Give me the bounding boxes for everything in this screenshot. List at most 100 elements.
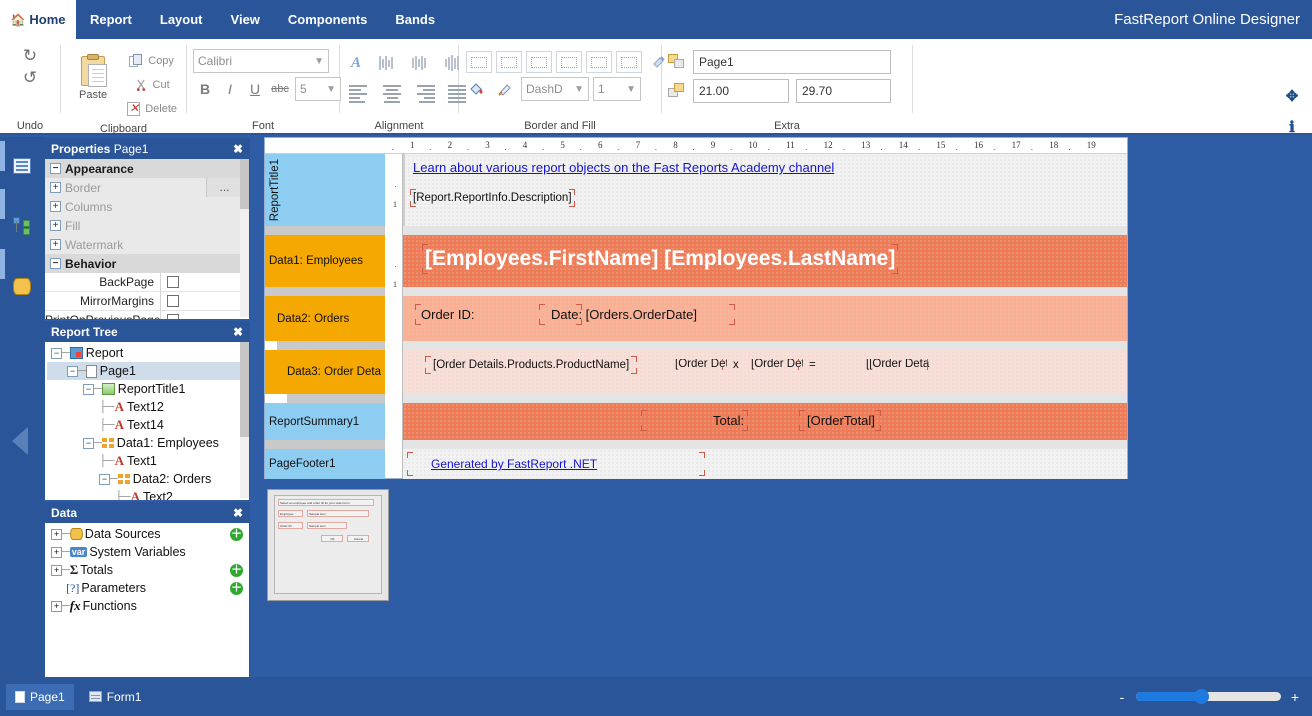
bring-to-front-icon[interactable] xyxy=(668,54,686,70)
page-name-input[interactable] xyxy=(693,50,891,74)
align-middle-icon[interactable] xyxy=(406,51,432,75)
fill-color-icon[interactable] xyxy=(465,77,489,101)
align-right-icon[interactable] xyxy=(412,82,438,106)
fullscreen-icon[interactable]: ✥ xyxy=(1286,87,1299,105)
close-icon[interactable]: ✖ xyxy=(233,506,243,520)
tree-node[interactable]: ├─ A Text14 xyxy=(47,416,242,434)
checkbox[interactable] xyxy=(167,276,179,288)
tree-node[interactable]: ├─ A Text2 xyxy=(47,488,242,500)
align-center-icon[interactable] xyxy=(379,82,405,106)
scrollbar-thumb[interactable] xyxy=(240,159,249,209)
strikethrough-button[interactable]: abc xyxy=(268,77,292,101)
menu-item-view[interactable]: View xyxy=(217,0,274,39)
object-total-label[interactable]: Total: xyxy=(641,410,749,431)
band-label-report-title[interactable]: ReportTitle1 xyxy=(265,154,385,226)
format-painter-icon[interactable] xyxy=(493,77,517,101)
tree-node[interactable]: ├─ A Text12 xyxy=(47,398,242,416)
band-page-footer[interactable]: Generated by FastReport .NET xyxy=(403,449,1127,479)
form-cancel-button[interactable]: Cancel xyxy=(347,535,369,542)
data-node[interactable]: + ─ Σ Totals ＋ xyxy=(47,561,249,579)
property-value[interactable] xyxy=(160,291,242,311)
property-editor-button[interactable]: ... xyxy=(206,178,242,197)
property-row[interactable]: + Border... xyxy=(45,178,242,197)
close-icon[interactable]: ✖ xyxy=(233,325,243,339)
tree-node[interactable]: − ─ Page1 xyxy=(47,362,242,380)
copy-button[interactable]: Copy xyxy=(126,49,177,73)
zoom-in-button[interactable]: + xyxy=(1290,689,1300,705)
band-content-area[interactable]: Learn about various report objects on th… xyxy=(403,154,1127,479)
border-none-icon[interactable] xyxy=(496,51,522,73)
expand-icon[interactable]: + xyxy=(50,220,61,231)
property-row[interactable]: + Columns xyxy=(45,197,242,216)
band-label-data1[interactable]: Data1: Employees xyxy=(265,235,385,287)
menu-item-components[interactable]: Components xyxy=(274,0,381,39)
undo-icon[interactable]: ↻ xyxy=(23,45,37,67)
border-top-icon[interactable] xyxy=(556,51,582,73)
object-order-date[interactable]: Date: [Orders.OrderDate] xyxy=(539,304,735,325)
property-row[interactable]: MirrorMargins xyxy=(45,291,242,311)
properties-scrollbar[interactable] xyxy=(240,159,249,317)
scrollbar-thumb[interactable] xyxy=(240,342,249,437)
zoom-slider-handle[interactable] xyxy=(1194,689,1209,704)
info-icon[interactable]: ℹ xyxy=(1289,118,1295,136)
tree-toggle-icon[interactable]: − xyxy=(67,365,78,377)
border-all-icon[interactable] xyxy=(466,51,492,73)
align-left-icon[interactable] xyxy=(346,82,372,106)
data-node[interactable]: + ─ Data Sources ＋ xyxy=(47,525,249,543)
delete-button[interactable]: Delete xyxy=(123,97,180,121)
object-multiply-sign[interactable]: x xyxy=(733,359,739,371)
data-node[interactable]: + ─ var System Variables xyxy=(47,543,249,561)
collapse-icon[interactable]: − xyxy=(50,163,61,174)
property-row[interactable]: − Appearance xyxy=(45,159,242,178)
status-tab-form1[interactable]: Form1 xyxy=(80,684,151,710)
form-ok-button[interactable]: OK xyxy=(321,535,343,542)
object-order-total[interactable]: [OrderTotal] xyxy=(799,410,881,431)
tree-node[interactable]: − ─ Data1: Employees xyxy=(47,434,242,452)
band-label-page-footer[interactable]: PageFooter1 xyxy=(265,449,385,479)
object-product-name[interactable]: [Order Details.Products.ProductName] xyxy=(425,356,638,374)
rail-button-report-tree[interactable] xyxy=(0,207,44,245)
property-row[interactable]: BackPage xyxy=(45,272,242,292)
rail-button-data[interactable] xyxy=(0,267,44,305)
tree-toggle-icon[interactable]: + xyxy=(51,564,62,576)
band-resize-grip[interactable] xyxy=(287,394,385,403)
property-row[interactable]: + Fill xyxy=(45,216,242,235)
band-label-data2[interactable]: Data2: Orders xyxy=(265,296,385,341)
border-left-icon[interactable] xyxy=(526,51,552,73)
collapse-icon[interactable]: − xyxy=(50,258,61,269)
tab-home[interactable]: 🏠 Home xyxy=(0,0,76,39)
report-tree-scrollbar[interactable] xyxy=(240,342,249,498)
tree-node[interactable]: − ─ Report xyxy=(47,344,242,362)
font-size-select[interactable]: 5 ▼ xyxy=(295,77,341,101)
object-line-total[interactable]: [[Order Details.UnitPrice] xyxy=(866,359,930,370)
menu-item-layout[interactable]: Layout xyxy=(146,0,217,39)
object-order-id-label[interactable]: Order ID: xyxy=(415,304,583,325)
menu-item-report[interactable]: Report xyxy=(76,0,146,39)
data-tree-list[interactable]: + ─ Data Sources ＋ + ─ var System Variables + ─ Σ T… xyxy=(45,523,249,678)
report-page-canvas[interactable]: · 1 · 2 · 3 · 4 · 5 · 6 · 7 · 8 · 9 · 10 · 11 · 12 · 13 · 14 · 15 · 16 ·… xyxy=(264,137,1128,479)
status-tab-page1[interactable]: Page1 xyxy=(6,683,74,710)
band-data1[interactable]: [Employees.FirstName] [Employees.LastNam… xyxy=(403,235,1127,287)
border-right-icon[interactable] xyxy=(586,51,612,73)
italic-button[interactable]: I xyxy=(218,77,242,101)
add-item-button[interactable]: ＋ xyxy=(230,581,243,595)
zoom-slider[interactable] xyxy=(1136,689,1281,704)
band-label-data3[interactable]: Data3: Order Deta xyxy=(265,350,385,394)
border-bottom-icon[interactable] xyxy=(616,51,642,73)
form-field2-combo[interactable]: Sample item xyxy=(307,522,347,529)
tree-toggle-icon[interactable]: − xyxy=(83,437,94,449)
report-tree-list[interactable]: − ─ Report − ─ Page1− ─ ReportTitle1 ├─ A Text12 ├─… xyxy=(45,342,249,500)
zoom-out-button[interactable]: - xyxy=(1117,689,1127,705)
object-text12[interactable]: Learn about various report objects on th… xyxy=(413,160,834,175)
tree-toggle-icon[interactable]: + xyxy=(51,546,62,558)
form-field1-combo[interactable]: Sample item xyxy=(307,510,369,517)
tree-toggle-icon[interactable]: + xyxy=(51,600,62,612)
data-node[interactable]: + ─ fx Functions xyxy=(47,597,249,615)
redo-icon[interactable]: ↺ xyxy=(23,67,37,89)
object-text1[interactable]: [Employees.FirstName] [Employees.LastNam… xyxy=(422,244,899,274)
band-label-report-summary[interactable]: ReportSummary1 xyxy=(265,403,385,440)
band-report-title[interactable]: Learn about various report objects on th… xyxy=(403,154,1127,226)
band-report-summary[interactable]: Total: [OrderTotal] xyxy=(403,403,1127,440)
property-row[interactable]: − Behavior xyxy=(45,254,242,273)
object-text14[interactable]: [Report.ReportInfo.Description] xyxy=(410,189,575,207)
